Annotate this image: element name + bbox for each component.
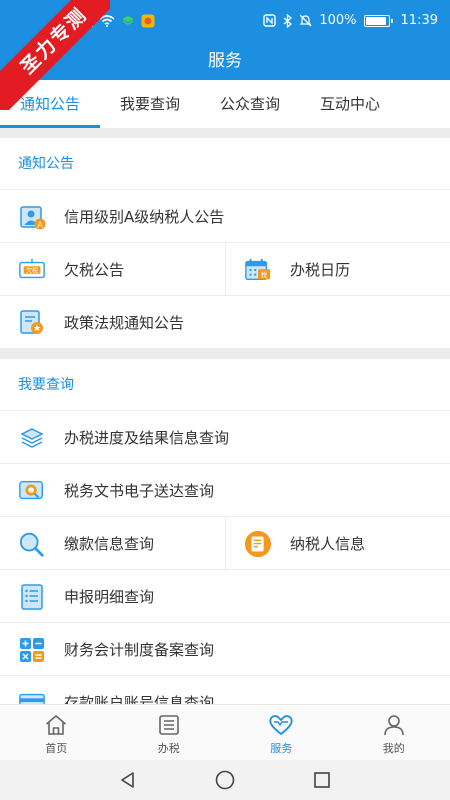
taxpayer-info-icon xyxy=(244,530,272,558)
arrears-notice-item[interactable]: 欠税 欠税公告 xyxy=(0,243,226,296)
page-title: 服务 xyxy=(0,44,450,80)
tax-calendar-item[interactable]: 税 办税日历 xyxy=(226,243,450,296)
magnifier-icon xyxy=(18,530,46,558)
progress-query-item[interactable]: 办税进度及结果信息查询 xyxy=(0,411,450,464)
document-delivery-query-label: 税务文书电子送达查询 xyxy=(64,482,215,500)
nfc-icon xyxy=(263,14,277,27)
section-divider xyxy=(0,349,450,359)
list-row: 办税进度及结果信息查询 xyxy=(0,411,450,464)
signal-icon xyxy=(82,15,93,27)
system-nav-bar xyxy=(0,760,450,800)
policy-doc-icon xyxy=(18,309,46,337)
home-circle-icon xyxy=(215,770,235,790)
policy-notice-item[interactable]: 政策法规通知公告 xyxy=(0,296,450,349)
credit-a-notice-label: 信用级别A级纳税人公告 xyxy=(64,208,225,226)
nav-mine-label: 我的 xyxy=(382,742,405,755)
wifi-icon xyxy=(99,15,115,27)
declaration-detail-query-label: 申报明细查询 xyxy=(64,588,155,606)
list-row: 缴款信息查询 纳税人信息 xyxy=(0,517,450,570)
app-notification-icon xyxy=(122,16,134,25)
recents-button[interactable] xyxy=(302,760,342,800)
document-delivery-query-item[interactable]: 税务文书电子送达查询 xyxy=(0,464,450,517)
nav-service[interactable]: 服务 xyxy=(225,705,338,761)
clock: 11:39 xyxy=(400,13,438,28)
battery-icon xyxy=(363,14,393,27)
mute-icon xyxy=(299,14,312,27)
home-icon xyxy=(44,712,68,738)
payment-query-label: 缴款信息查询 xyxy=(64,535,155,553)
battery-percent: 100% xyxy=(319,13,357,28)
battery-level-fill xyxy=(365,16,386,25)
tax-calendar-icon: 税 xyxy=(244,256,272,284)
bluetooth-icon xyxy=(283,13,293,28)
tax-calendar-icon-text: 税 xyxy=(261,270,268,279)
progress-query-label: 办税进度及结果信息查询 xyxy=(64,429,230,447)
credit-a-icon-letter: A xyxy=(37,220,43,229)
list-row: A 信用级别A级纳税人公告 xyxy=(0,190,450,243)
user-icon xyxy=(382,712,406,738)
taxpayer-info-label: 纳税人信息 xyxy=(290,535,366,553)
section-divider xyxy=(0,128,450,138)
list-row: 财务会计制度备案查询 xyxy=(0,623,450,676)
arrears-icon: 欠税 xyxy=(18,256,46,284)
nav-tax[interactable]: 办税 xyxy=(113,705,226,761)
calculator-icon xyxy=(18,636,46,664)
credit-a-notice-item[interactable]: A 信用级别A级纳税人公告 xyxy=(0,190,450,243)
back-triangle-icon xyxy=(121,772,135,788)
section-title-notice: 通知公告 xyxy=(0,138,450,190)
list-detail-icon xyxy=(18,583,46,611)
recents-square-icon xyxy=(313,772,330,788)
nav-mine[interactable]: 我的 xyxy=(338,705,450,761)
status-right-icons: 100% 11:39 xyxy=(263,13,438,28)
nav-home-label: 首页 xyxy=(45,742,68,755)
section-title-query: 我要查询 xyxy=(0,359,450,411)
arrears-notice-label: 欠税公告 xyxy=(64,261,125,279)
tab-bar: 通知公告 我要查询 公众查询 互动中心 xyxy=(0,80,450,128)
gallery-notification-icon xyxy=(141,14,155,28)
list-row: 政策法规通知公告 xyxy=(0,296,450,349)
document-search-icon xyxy=(18,477,46,505)
payment-query-item[interactable]: 缴款信息查询 xyxy=(0,517,226,570)
tab-notice[interactable]: 通知公告 xyxy=(0,80,100,128)
nav-service-label: 服务 xyxy=(270,742,293,755)
tab-interaction-center[interactable]: 互动中心 xyxy=(300,80,400,128)
taxpayer-info-item[interactable]: 纳税人信息 xyxy=(226,517,450,570)
tax-calendar-label: 办税日历 xyxy=(290,261,351,279)
nav-home[interactable]: 首页 xyxy=(0,705,113,761)
list-row: 欠税 欠税公告 税 办税日历 xyxy=(0,243,450,296)
layers-icon xyxy=(18,424,46,452)
accounting-filing-query-item[interactable]: 财务会计制度备案查询 xyxy=(0,623,450,676)
policy-notice-label: 政策法规通知公告 xyxy=(64,314,185,332)
tab-public-query[interactable]: 公众查询 xyxy=(200,80,300,128)
arrears-icon-text: 欠税 xyxy=(26,266,38,274)
status-bar: 100% 11:39 xyxy=(0,0,450,44)
heart-icon xyxy=(268,712,294,738)
declaration-detail-query-item[interactable]: 申报明细查询 xyxy=(0,570,450,623)
bottom-nav: 首页 办税 服务 我的 xyxy=(0,704,450,760)
credit-a-icon: A xyxy=(18,203,46,231)
list-row: 税务文书电子送达查询 xyxy=(0,464,450,517)
tab-my-query[interactable]: 我要查询 xyxy=(100,80,200,128)
back-button[interactable] xyxy=(108,760,148,800)
list-row: 申报明细查询 xyxy=(0,570,450,623)
status-left-icons xyxy=(82,14,155,28)
tax-list-icon xyxy=(157,712,181,738)
home-button[interactable] xyxy=(205,760,245,800)
accounting-filing-query-label: 财务会计制度备案查询 xyxy=(64,641,215,659)
nav-tax-label: 办税 xyxy=(157,742,180,755)
